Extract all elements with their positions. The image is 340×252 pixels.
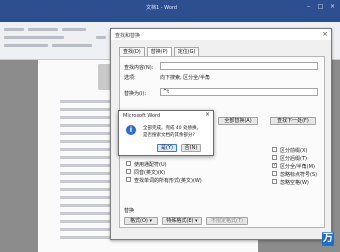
dialog-tabs: 查找(D) 替换(P) 定位(G) — [119, 47, 200, 56]
find-input[interactable] — [160, 62, 318, 70]
message-box: Microsoft Word × i 全部完成。完成 40 处替换。 是否搜索文… — [118, 110, 214, 156]
tab-goto[interactable]: 定位(G) — [173, 47, 200, 56]
minimize-icon[interactable]: – — [304, 3, 313, 11]
window-title: 文档1 - Word — [146, 5, 178, 11]
ignore-space-label: 忽略空格(W) — [280, 180, 309, 186]
sounds-like-label: 同音(英文)(K) — [134, 170, 166, 176]
find-next-button[interactable]: 查找下一处(F) — [270, 117, 316, 125]
message-line-1: 全部完成。完成 40 处替换。 — [143, 126, 202, 131]
sounds-like-checkbox[interactable] — [126, 169, 131, 174]
no-formatting-button[interactable]: 不限定格式(T) — [206, 217, 248, 225]
message-close-icon[interactable]: × — [205, 111, 210, 118]
tab-replace[interactable]: 替换(P) — [146, 47, 172, 56]
ignore-punct-checkbox[interactable] — [272, 171, 277, 176]
match-suffix-checkbox[interactable] — [272, 155, 277, 160]
word-forms-checkbox[interactable] — [126, 177, 131, 182]
dialog-close-icon[interactable]: × — [322, 30, 328, 38]
replace-all-button[interactable]: 全部替换(A) — [218, 117, 258, 125]
message-box-title: Microsoft Word — [123, 113, 161, 119]
dialog-title: 查找和替换 — [115, 33, 141, 39]
match-prefix-checkbox[interactable] — [272, 147, 277, 152]
ignore-space-checkbox[interactable] — [272, 179, 277, 184]
match-prefix-label: 区分前缀(X) — [280, 148, 308, 154]
format-button[interactable]: 格式(O) ▾ — [124, 217, 158, 225]
options-label: 选项: — [124, 75, 136, 81]
match-width-label: 区分全/半角(M) — [280, 164, 315, 170]
message-line-2: 是否搜索文档的其余部分? — [143, 133, 195, 138]
replace-section-label: 替换 — [124, 208, 135, 214]
watermark-logo: 万 — [322, 232, 334, 246]
find-label: 查找内容(N): — [124, 65, 154, 71]
no-button[interactable]: 否(N) — [181, 144, 201, 152]
replace-label: 替换为(I): — [124, 91, 147, 97]
match-width-checkbox[interactable] — [272, 162, 277, 168]
info-icon: i — [126, 125, 136, 135]
wildcards-label: 使用通配符(U) — [134, 162, 167, 168]
replace-input[interactable]: ^t — [160, 88, 318, 96]
wildcards-checkbox[interactable] — [126, 161, 131, 166]
dialog-title-bar: 查找和替换 × — [111, 29, 331, 40]
match-suffix-label: 区分后缀(T) — [280, 156, 307, 162]
word-title-bar: 文档1 - Word – □ × — [0, 0, 340, 22]
options-value: 向下搜索, 区分全/半角 — [160, 75, 210, 81]
yes-button[interactable]: 是(Y) — [157, 144, 177, 152]
special-button[interactable]: 特殊格式(E) ▾ — [162, 217, 202, 225]
word-forms-label: 查找单词的所有形式(英文)(W) — [134, 178, 202, 184]
ignore-punct-label: 忽略标点符号(S) — [280, 172, 318, 178]
tab-find[interactable]: 查找(D) — [119, 47, 145, 56]
close-window-icon[interactable]: × — [328, 3, 337, 11]
maximize-icon[interactable]: □ — [316, 3, 325, 11]
